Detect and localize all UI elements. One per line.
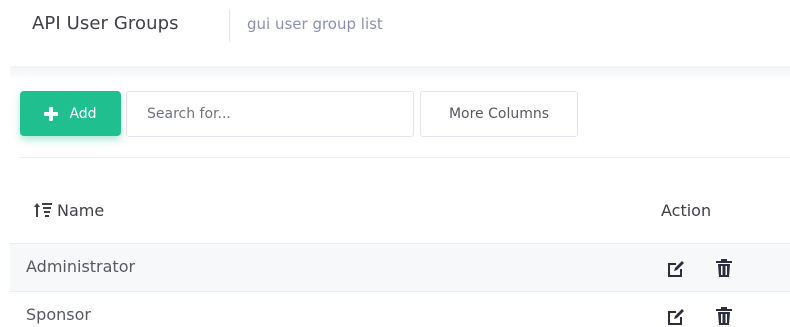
more-columns-button[interactable]: More Columns xyxy=(420,91,578,137)
table-row: Sponsor xyxy=(10,291,790,327)
trash-icon[interactable] xyxy=(714,258,734,278)
edit-icon[interactable] xyxy=(666,259,686,279)
page-header: API User Groups gui user group list xyxy=(0,0,790,64)
table-row: Administrator xyxy=(10,243,790,291)
toolbar-divider xyxy=(20,157,790,158)
column-header-action-label: Action xyxy=(661,200,712,220)
column-header-action: Action xyxy=(661,198,711,222)
search-input[interactable] xyxy=(126,91,414,137)
header-shadow-band xyxy=(10,66,790,77)
trash-icon[interactable] xyxy=(714,306,734,326)
add-button-label: Add xyxy=(69,105,97,122)
page-title: API User Groups xyxy=(32,13,179,34)
edit-icon[interactable] xyxy=(666,307,686,327)
cell-name: Administrator xyxy=(26,257,136,276)
column-header-name-label: Name xyxy=(57,200,105,220)
add-button[interactable]: Add xyxy=(20,91,121,136)
title-separator xyxy=(229,10,230,42)
plus-icon xyxy=(44,106,59,121)
column-header-name[interactable]: Name xyxy=(33,198,104,222)
sort-icon xyxy=(34,203,52,217)
cell-name: Sponsor xyxy=(26,305,91,324)
more-columns-label: More Columns xyxy=(448,106,550,122)
breadcrumb[interactable]: gui user group list xyxy=(247,15,383,33)
